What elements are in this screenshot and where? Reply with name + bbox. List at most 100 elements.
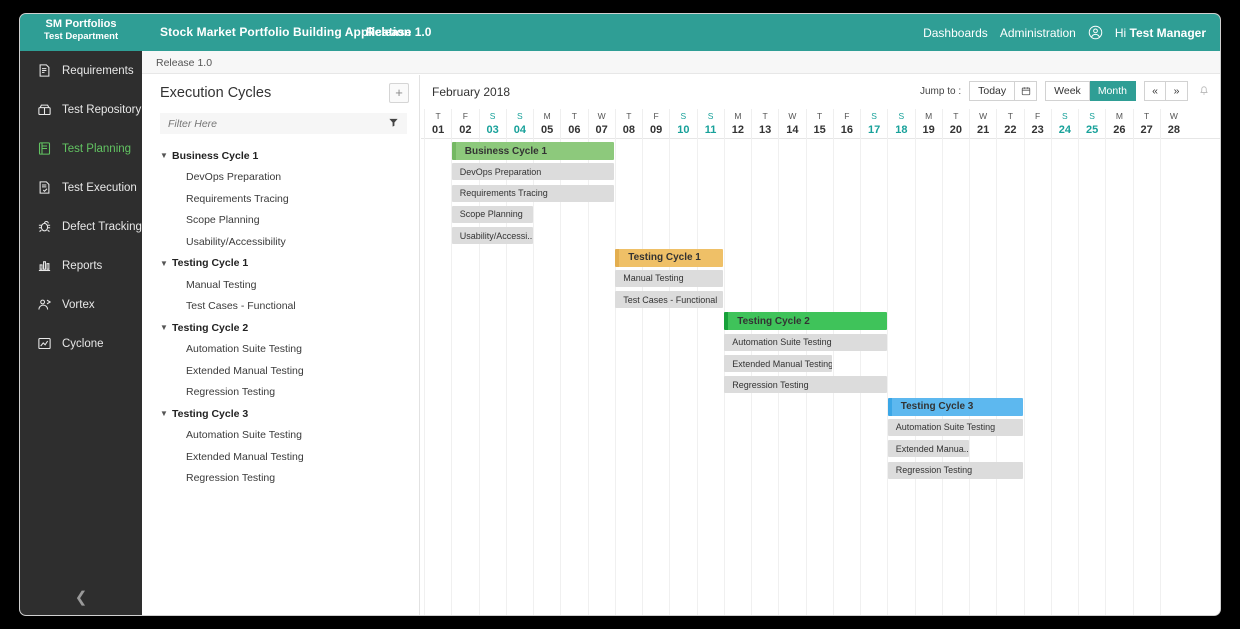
gantt-task-bar[interactable]: Usability/Accessi... [451,227,533,245]
grid-line [941,139,943,615]
sidebar-collapse-button[interactable]: ❮ [20,579,142,615]
grid-line [696,139,698,615]
tree-node-label: Testing Cycle 1 [172,257,249,270]
tree-child-row[interactable]: Requirements Tracing [142,188,419,210]
gantt-task-bar[interactable]: Test Cases - Functional [615,291,724,309]
tree-group-row[interactable]: ▼ Testing Cycle 2 [142,317,419,339]
gantt-summary-bar[interactable]: Testing Cycle 1 [615,248,724,267]
today-button[interactable]: Today [969,81,1016,101]
date-column-header: S 11 [696,109,724,139]
grid-line [1023,139,1025,615]
tree-child-row[interactable]: Extended Manual Testing [142,446,419,468]
grid-line [560,139,562,615]
gantt-bar-label: Manual Testing [623,273,684,284]
tree-group-row[interactable]: ▼ Testing Cycle 3 [142,403,419,425]
nav-administration[interactable]: Administration [1000,26,1076,40]
gantt-bar-label: Testing Cycle 2 [737,315,810,327]
tree-child-row[interactable]: Manual Testing [142,274,419,296]
gantt-task-bar[interactable]: Scope Planning [451,205,533,223]
gantt-bar-label: Extended Manua... [895,443,969,454]
caret-down-icon[interactable]: ▼ [160,409,172,418]
user-greeting[interactable]: Hi Test Manager [1115,26,1206,40]
tree-node-label: Requirements Tracing [186,192,289,205]
day-number: 01 [432,124,445,136]
grid-line [642,139,643,615]
gantt-grid: T 01 F 02 S 03 S 04 M 05 T 06 W 07 T 08 F 09 S 10 S 11 M 12 T 13 W… [421,109,1220,615]
gantt-task-bar[interactable]: Automation Suite Testing [724,333,887,351]
day-number: 21 [977,124,990,136]
month-button[interactable]: Month [1089,81,1136,101]
day-of-week: T [762,111,768,121]
tree-child-row[interactable]: Regression Testing [142,468,419,490]
jump-to-group: Today [969,81,1038,101]
gantt-task-bar[interactable]: Extended Manual Testing [724,355,833,372]
tree-child-row[interactable]: DevOps Preparation [142,167,419,189]
caret-down-icon[interactable]: ▼ [160,151,172,160]
week-button[interactable]: Week [1045,81,1090,101]
tree-group-row[interactable]: ▼ Testing Cycle 1 [142,253,419,275]
date-column-header: T 27 [1132,109,1160,139]
app-window: SM Portfolios Test Department Stock Mark… [20,14,1220,615]
date-column-header: W 21 [969,109,996,139]
gantt-task-bar[interactable]: Extended Manua... [887,440,969,458]
date-column-header: S 24 [1050,109,1078,139]
gantt-summary-bar[interactable]: Testing Cycle 2 [724,312,887,331]
day-number: 13 [759,124,772,136]
sidebar-item-label: Reports [62,259,103,272]
caret-down-icon[interactable]: ▼ [160,323,172,332]
gantt-task-bar[interactable]: Requirements Tracing [451,184,615,202]
day-number: 19 [922,124,935,136]
sidebar-item-cyclone[interactable]: Cyclone [20,324,142,363]
date-column-header: S 04 [505,109,533,139]
gantt-summary-bar[interactable]: Testing Cycle 3 [887,397,1023,416]
filter-input[interactable] [168,117,388,130]
day-number: 25 [1086,124,1099,136]
tree-child-row[interactable]: Extended Manual Testing [142,360,419,382]
gantt-task-bar[interactable]: Manual Testing [615,269,724,287]
tree-child-row[interactable]: Test Cases - Functional [142,296,419,318]
day-of-week: T [571,111,577,121]
gantt-bar-label: Extended Manual Testing [732,358,833,369]
prev-period-button[interactable]: « [1144,81,1166,101]
add-cycle-button[interactable]: + [389,83,409,103]
sidebar-item-requirements[interactable]: Requirements [20,51,142,90]
tree-child-row[interactable]: Usability/Accessibility [142,231,419,253]
calendar-icon[interactable] [1015,81,1038,101]
sidebar-item-reports[interactable]: Reports [20,246,142,285]
tree-child-row[interactable]: Automation Suite Testing [142,339,419,361]
gantt-task-bar[interactable]: Regression Testing [887,461,1023,479]
tree-child-row[interactable]: Regression Testing [142,382,419,404]
gantt-task-bar[interactable]: Regression Testing [724,376,887,394]
bell-icon[interactable] [1198,84,1210,99]
day-number: 12 [731,124,744,136]
date-column-header: T 13 [751,109,778,139]
user-name: Test Manager [1129,25,1206,40]
tree-child-row[interactable]: Automation Suite Testing [142,425,419,447]
day-number: 23 [1031,124,1044,136]
grid-line [887,139,889,615]
tree-child-row[interactable]: Scope Planning [142,210,419,232]
gantt-bars-area[interactable]: Business Cycle 1 DevOps Preparation Requir… [421,139,1220,615]
gantt-summary-bar[interactable]: Business Cycle 1 [451,142,615,160]
date-column-header: W 28 [1159,109,1187,139]
sidebar-item-vortex[interactable]: Vortex [20,285,142,324]
brand-subtitle: Test Department [43,31,119,42]
next-period-button[interactable]: » [1166,81,1188,101]
funnel-icon[interactable] [388,117,399,131]
date-column-header: W 14 [778,109,805,139]
brand-block[interactable]: SM Portfolios Test Department [20,14,142,51]
sidebar-item-test-planning[interactable]: Test Planning [20,129,142,168]
test-execution-icon [36,179,53,196]
day-number: 05 [541,124,554,136]
jump-to-label: Jump to : [919,85,962,97]
caret-down-icon[interactable]: ▼ [160,259,172,268]
tree-group-row[interactable]: ▼ Business Cycle 1 [142,145,419,167]
sidebar-item-defect-tracking[interactable]: Defect Tracking [20,207,142,246]
sidebar-item-test-repository[interactable]: Test Repository [20,90,142,129]
sidebar-item-test-execution[interactable]: Test Execution [20,168,142,207]
gantt-task-bar[interactable]: DevOps Preparation [451,163,615,181]
user-circle-icon[interactable] [1088,25,1103,40]
day-of-week: W [1169,111,1178,121]
gantt-task-bar[interactable]: Automation Suite Testing [887,418,1023,436]
nav-dashboards[interactable]: Dashboards [923,26,988,40]
